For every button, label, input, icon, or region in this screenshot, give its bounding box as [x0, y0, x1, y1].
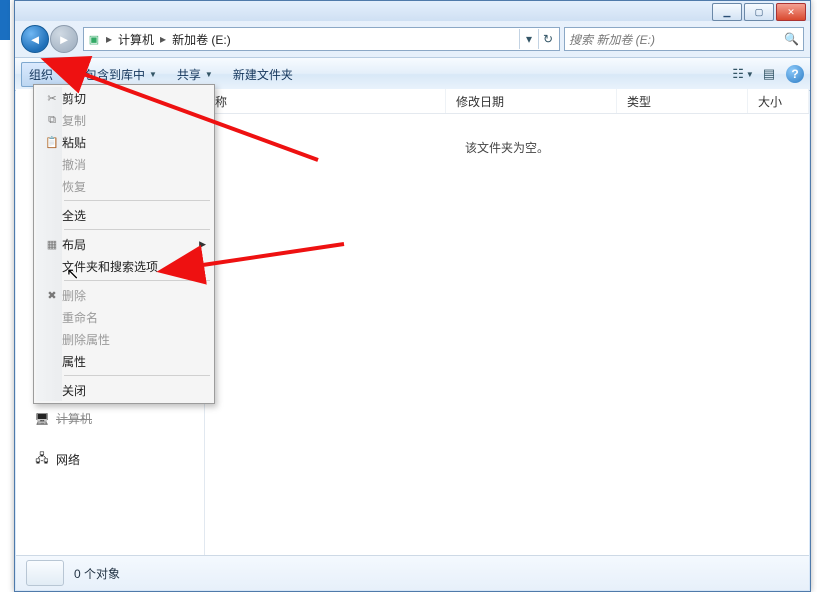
drive-icon: ▣: [86, 31, 102, 47]
col-modified[interactable]: 修改日期: [446, 89, 617, 113]
copy-icon: ⧉: [42, 114, 62, 127]
column-headers: 称 修改日期 类型 大小: [205, 89, 809, 114]
menu-label: 复制: [62, 112, 86, 129]
address-bar[interactable]: ▣ ▸ 计算机 ▸ 新加卷 (E:) ▾ ↻: [83, 27, 560, 51]
menu-redo[interactable]: 恢复: [36, 175, 212, 197]
new-folder-button[interactable]: 新建文件夹: [225, 62, 301, 87]
title-bar: ▁ ▢ ✕: [15, 1, 810, 21]
status-bar: 0 个对象: [16, 555, 809, 590]
menu-layout[interactable]: ▦ 布局 ▶: [36, 233, 212, 255]
status-object-count: 0 个对象: [74, 565, 120, 582]
chevron-down-icon: ▼: [205, 70, 213, 79]
organize-button[interactable]: 组织 ▼: [21, 62, 73, 87]
nav-buttons: ◄ ►: [21, 25, 79, 53]
chevron-down-icon: ▼: [149, 70, 157, 79]
menu-label: 恢复: [62, 178, 86, 195]
newfolder-label: 新建文件夹: [233, 66, 293, 83]
menu-delete[interactable]: ✖ 删除: [36, 284, 212, 306]
empty-folder-message: 该文件夹为空。: [205, 139, 809, 156]
help-icon[interactable]: ?: [786, 65, 804, 83]
layout-icon: ▦: [42, 238, 62, 251]
nav-row: ◄ ► ▣ ▸ 计算机 ▸ 新加卷 (E:) ▾ ↻ 搜索 新加卷 (E:) 🔍: [15, 21, 810, 57]
blue-edge-decoration: [0, 0, 10, 40]
share-button[interactable]: 共享 ▼: [169, 62, 221, 87]
menu-remove-props[interactable]: 删除属性: [36, 328, 212, 350]
menu-separator: [64, 280, 210, 281]
tree-label: 网络: [56, 451, 80, 468]
menu-separator: [64, 229, 210, 230]
include-in-library-button[interactable]: 包含到库中 ▼: [77, 62, 165, 87]
menu-label: 剪切: [62, 90, 86, 107]
chevron-down-icon: ▼: [57, 70, 65, 79]
search-input[interactable]: 搜索 新加卷 (E:) 🔍: [564, 27, 804, 51]
share-label: 共享: [177, 66, 201, 83]
menu-label: 布局: [62, 236, 86, 253]
menu-label: 删除: [62, 287, 86, 304]
search-icon: 🔍: [784, 32, 799, 46]
menu-label: 粘贴: [62, 134, 86, 151]
submenu-arrow-icon: ▶: [199, 239, 206, 250]
delete-icon: ✖: [42, 289, 62, 302]
computer-icon: 🖥: [34, 411, 50, 427]
menu-cut[interactable]: ✂ 剪切: [36, 87, 212, 109]
menu-label: 重命名: [62, 309, 98, 326]
paste-icon: 📋: [42, 136, 62, 149]
menu-select-all[interactable]: 全选: [36, 204, 212, 226]
menu-rename[interactable]: 重命名: [36, 306, 212, 328]
preview-pane-icon[interactable]: ▤: [760, 65, 778, 83]
file-list-area: 称 修改日期 类型 大小 该文件夹为空。: [205, 89, 809, 555]
minimize-button[interactable]: ▁: [712, 3, 742, 21]
view-options-icon[interactable]: ☷ ▼: [734, 65, 752, 83]
address-dropdown-icon[interactable]: ▾: [519, 29, 538, 49]
menu-folder-options[interactable]: 文件夹和搜索选项: [36, 255, 212, 277]
search-placeholder: 搜索 新加卷 (E:): [569, 31, 655, 48]
tree-label: 计算机: [56, 410, 92, 427]
menu-label: 撤消: [62, 156, 86, 173]
tree-item-network[interactable]: 🖧 网络: [20, 448, 200, 471]
menu-properties[interactable]: 属性: [36, 350, 212, 372]
col-type[interactable]: 类型: [617, 89, 748, 113]
menu-label: 文件夹和搜索选项: [62, 258, 158, 275]
menu-label: 全选: [62, 207, 86, 224]
organize-label: 组织: [29, 66, 53, 83]
cut-icon: ✂: [42, 92, 62, 105]
explorer-window: ▁ ▢ ✕ ◄ ► ▣ ▸ 计算机 ▸ 新加卷 (E:) ▾ ↻ 搜索 新加卷 …: [14, 0, 811, 592]
breadcrumb-drive[interactable]: 新加卷 (E:): [168, 31, 235, 48]
menu-copy[interactable]: ⧉ 复制: [36, 109, 212, 131]
organize-menu: ✂ 剪切 ⧉ 复制 📋 粘贴 撤消 恢复 全选: [33, 84, 215, 404]
status-drive-icon: [26, 560, 64, 586]
col-name[interactable]: 称: [205, 89, 446, 113]
tree-item-computer[interactable]: 🖥 计算机: [20, 407, 200, 430]
menu-label: 关闭: [62, 382, 86, 399]
menu-separator: [64, 375, 210, 376]
back-button[interactable]: ◄: [21, 25, 49, 53]
col-size[interactable]: 大小: [748, 89, 809, 113]
menu-separator: [64, 200, 210, 201]
menu-close[interactable]: 关闭: [36, 379, 212, 401]
forward-button[interactable]: ►: [50, 25, 78, 53]
include-label: 包含到库中: [85, 66, 145, 83]
refresh-icon[interactable]: ↻: [538, 29, 557, 49]
maximize-button[interactable]: ▢: [744, 3, 774, 21]
menu-label: 属性: [62, 353, 86, 370]
menu-label: 删除属性: [62, 331, 110, 348]
menu-paste[interactable]: 📋 粘贴: [36, 131, 212, 153]
breadcrumb-computer[interactable]: 计算机: [114, 31, 158, 48]
breadcrumb-sep: ▸: [158, 32, 168, 46]
close-button[interactable]: ✕: [776, 3, 806, 21]
breadcrumb-sep: ▸: [104, 32, 114, 46]
menu-undo[interactable]: 撤消: [36, 153, 212, 175]
network-icon: 🖧: [34, 452, 50, 468]
